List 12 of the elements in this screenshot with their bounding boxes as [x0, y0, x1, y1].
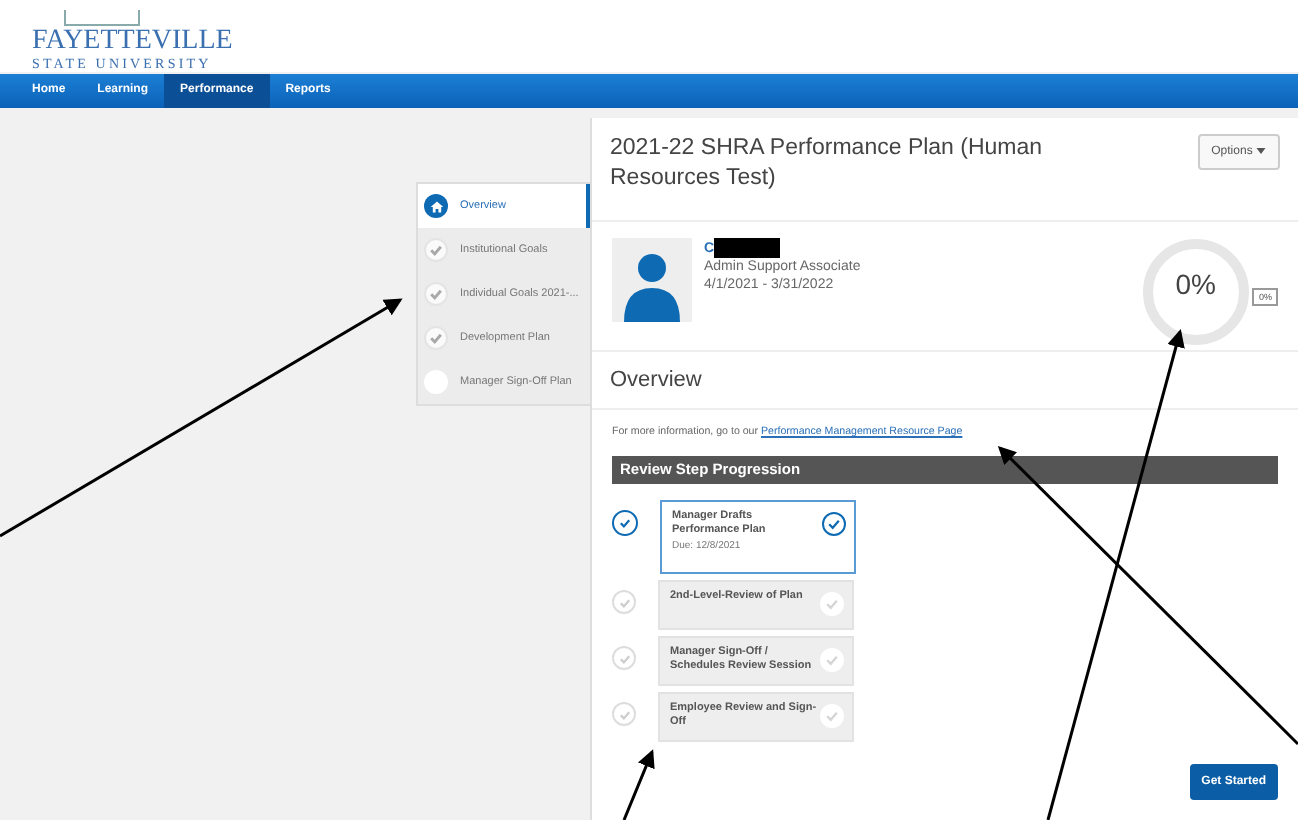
caret-icon: [1256, 147, 1266, 154]
check-circle-icon: [820, 704, 844, 728]
check-circle-icon: [820, 648, 844, 672]
plan-title: 2021-22 SHRA Performance Plan (Human Resources Test): [610, 134, 1045, 194]
check-circle-icon: [822, 512, 846, 536]
avatar-silhouette: [612, 238, 692, 322]
progress-percent: 0%: [1175, 268, 1216, 300]
check-circle-icon: [820, 592, 844, 616]
seal-icon: [64, 10, 140, 26]
logo-name: FAYETTEVILLE: [32, 26, 233, 56]
annotation-arrow: [622, 749, 655, 820]
overview-heading: Overview: [592, 352, 1298, 410]
